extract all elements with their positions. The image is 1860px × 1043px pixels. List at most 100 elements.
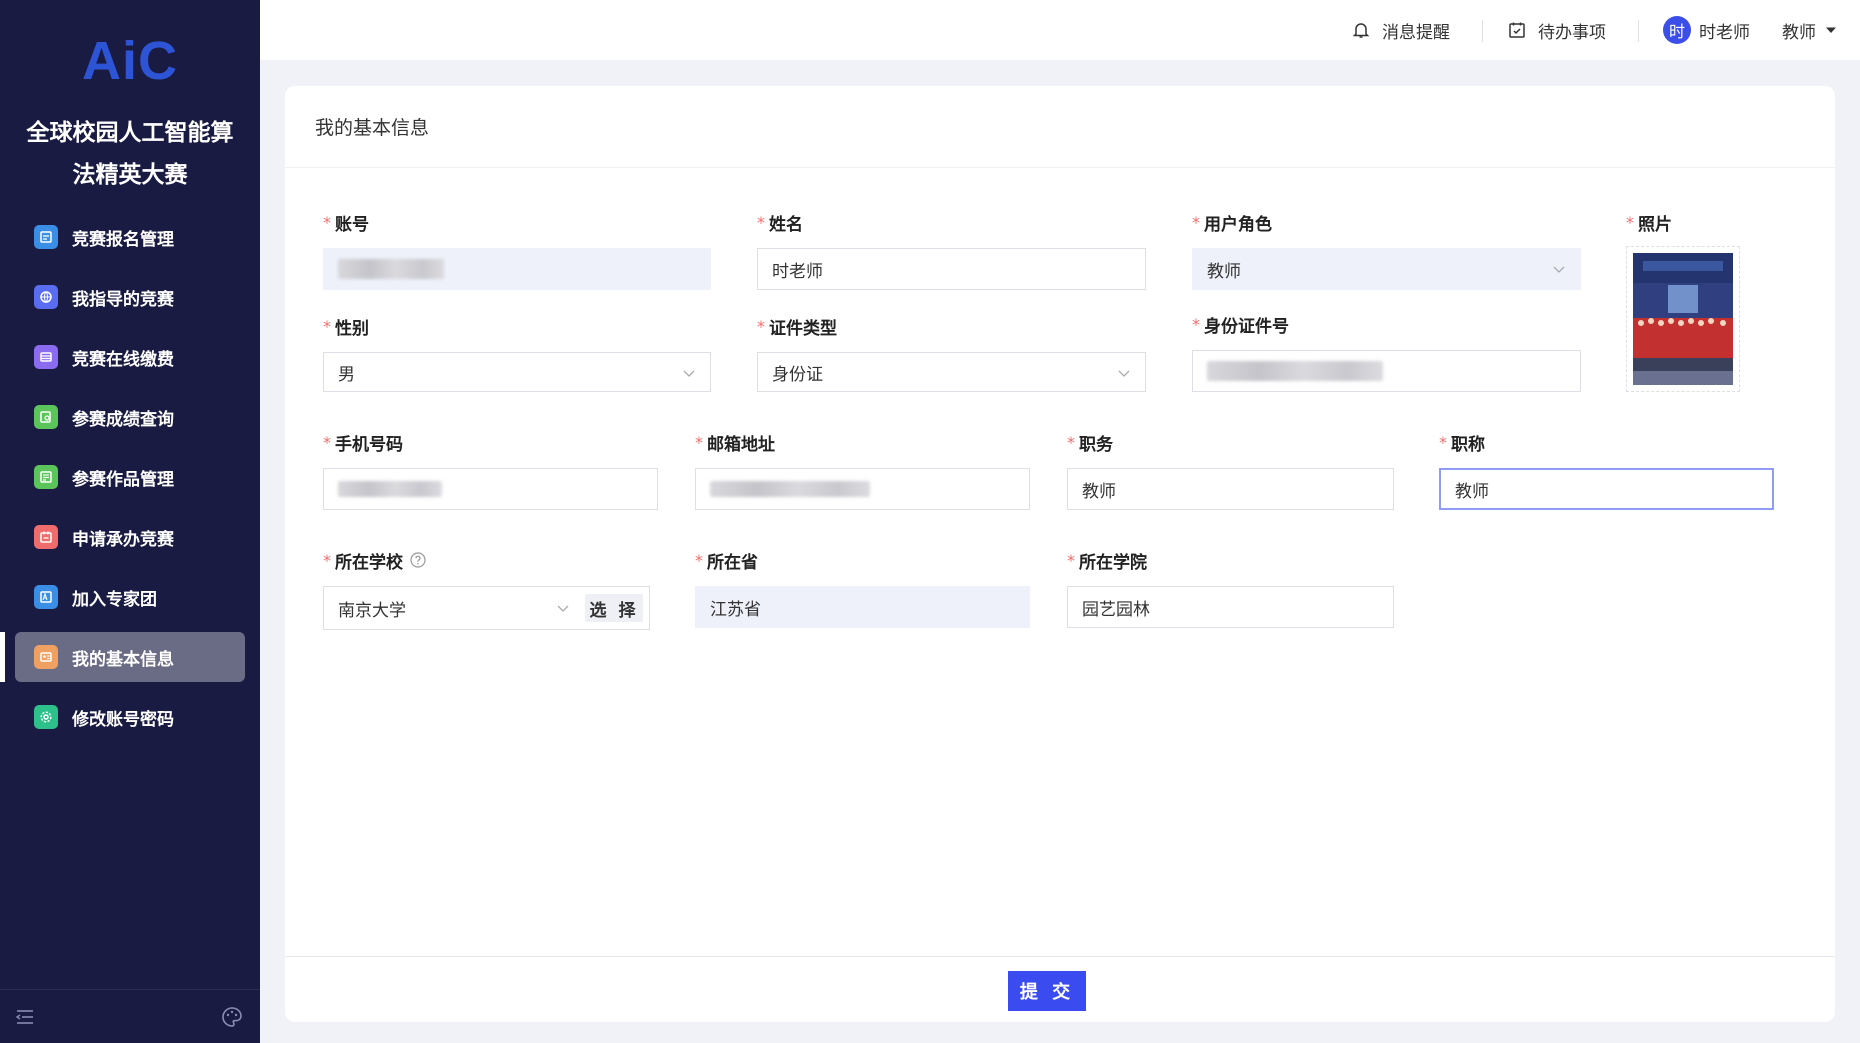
school-select[interactable]: 南京大学 选 择: [323, 586, 650, 630]
sidebar-item-host[interactable]: 申请承办竞赛: [0, 512, 260, 562]
sidebar-item-scores[interactable]: 参赛成绩查询: [0, 392, 260, 442]
submit-button[interactable]: 提 交: [1008, 971, 1086, 1011]
sidebar-item-registration[interactable]: 竞赛报名管理: [0, 212, 260, 262]
required-marker: *: [1067, 432, 1075, 452]
caret-down-icon: [1826, 27, 1836, 33]
menu-collapse-icon[interactable]: [14, 1006, 36, 1028]
name-input[interactable]: 时老师: [757, 248, 1146, 290]
redacted-value: [1207, 361, 1383, 381]
sidebar-item-label: 参赛成绩查询: [72, 409, 174, 430]
form-icon: [34, 225, 58, 249]
topbar-divider: [1638, 20, 1639, 42]
id-number-field: * 身份证件号: [1192, 312, 1581, 396]
province-field: * 所在省 江苏省: [695, 548, 1030, 632]
id-number-input[interactable]: [1192, 350, 1581, 392]
user-menu[interactable]: 时 时老师: [1663, 0, 1750, 60]
topbar-divider: [1482, 20, 1483, 42]
sidebar-item-works[interactable]: 参赛作品管理: [0, 452, 260, 502]
required-marker: *: [1192, 212, 1200, 232]
card-footer: 提 交: [285, 956, 1835, 1022]
gender-field: * 性别 男: [323, 314, 711, 398]
photo-field: * 照片: [1626, 210, 1746, 400]
required-marker: *: [1067, 550, 1075, 570]
apply-icon: [34, 525, 58, 549]
choose-school-button[interactable]: 选 择: [585, 594, 643, 622]
required-marker: *: [757, 212, 765, 232]
sidebar-item-label: 竞赛报名管理: [72, 229, 174, 250]
required-marker: *: [323, 550, 331, 570]
expert-icon: [34, 585, 58, 609]
id-type-field: * 证件类型 身份证: [757, 314, 1146, 398]
sidebar: AiC 全球校园人工智能算 法精英大赛 竞赛报名管理 我指导的竞赛 竞赛在线缴费…: [0, 0, 260, 1043]
site-title: 全球校园人工智能算 法精英大赛: [26, 120, 234, 188]
sidebar-item-label: 加入专家团: [72, 589, 157, 610]
username: 时老师: [1699, 22, 1750, 43]
redacted-value: [338, 259, 444, 279]
todo-button[interactable]: 待办事项: [1508, 0, 1606, 60]
photo-upload[interactable]: [1626, 246, 1740, 392]
title-field: * 职称 教师: [1439, 430, 1774, 514]
profile-card: 我的基本信息 * 账号 * 姓名 时老师 * 用户角色 教师 * 照片 * 性别…: [285, 86, 1835, 1022]
province-input: 江苏省: [695, 586, 1030, 628]
redacted-value: [338, 481, 442, 497]
sidebar-footer: [0, 989, 260, 1043]
sidebar-item-label: 竞赛在线缴费: [72, 349, 174, 370]
id-type-select[interactable]: 身份证: [757, 352, 1146, 392]
phone-input[interactable]: [323, 468, 658, 510]
topbar: 消息提醒 待办事项 时 时老师 教师: [260, 0, 1860, 60]
profile-icon: [34, 645, 58, 669]
calendar-check-icon: [1509, 22, 1525, 38]
aic-logo: AiC: [82, 31, 178, 91]
required-marker: *: [1626, 212, 1634, 232]
chevron-down-icon: [1118, 370, 1130, 377]
required-marker: *: [323, 316, 331, 336]
required-marker: *: [323, 432, 331, 452]
college-field: * 所在学院 园艺园林: [1067, 548, 1394, 632]
sidebar-item-label: 参赛作品管理: [72, 469, 174, 490]
position-field: * 职务 教师: [1067, 430, 1394, 514]
sidebar-item-label: 我的基本信息: [72, 649, 174, 670]
chevron-down-icon: [1553, 266, 1565, 273]
sidebar-menu: 竞赛报名管理 我指导的竞赛 竞赛在线缴费 参赛成绩查询 参赛作品管理 申请承办竞…: [0, 212, 260, 752]
sidebar-item-expert[interactable]: 加入专家团: [0, 572, 260, 622]
user-role-select: 教师: [1192, 248, 1581, 290]
search-doc-icon: [34, 405, 58, 429]
role-label: 教师: [1782, 22, 1816, 43]
gender-select[interactable]: 男: [323, 352, 711, 392]
title-input[interactable]: 教师: [1439, 468, 1774, 510]
required-marker: *: [323, 212, 331, 232]
account-field: * 账号: [323, 210, 711, 294]
globe-icon: [34, 285, 58, 309]
required-marker: *: [1439, 432, 1447, 452]
profile-photo: [1633, 253, 1733, 385]
notification-button[interactable]: 消息提醒: [1352, 0, 1450, 60]
bell-icon: [1352, 23, 1370, 38]
email-field: * 邮箱地址: [695, 430, 1030, 514]
page-title: 我的基本信息: [285, 86, 1835, 168]
phone-field: * 手机号码: [323, 430, 658, 514]
school-field: * 所在学校 南京大学 选 择: [323, 548, 650, 632]
sidebar-item-password[interactable]: 修改账号密码: [0, 692, 260, 742]
college-input[interactable]: 园艺园林: [1067, 586, 1394, 628]
email-input[interactable]: [695, 468, 1030, 510]
notification-label: 消息提醒: [1382, 22, 1450, 43]
required-marker: *: [1192, 314, 1200, 334]
sidebar-item-label: 申请承办竞赛: [72, 529, 174, 550]
sidebar-item-guided[interactable]: 我指导的竞赛: [0, 272, 260, 322]
todo-label: 待办事项: [1538, 22, 1606, 43]
chevron-down-icon: [557, 605, 569, 612]
payment-icon: [34, 345, 58, 369]
name-field: * 姓名 时老师: [757, 210, 1146, 294]
palette-icon[interactable]: [220, 1005, 244, 1029]
redacted-value: [710, 481, 870, 497]
works-icon: [34, 465, 58, 489]
sidebar-item-profile[interactable]: 我的基本信息: [0, 632, 245, 682]
position-input[interactable]: 教师: [1067, 468, 1394, 510]
role-dropdown[interactable]: 教师: [1782, 0, 1838, 60]
account-input: [323, 248, 711, 290]
avatar: 时: [1663, 16, 1691, 44]
settings-icon: [34, 705, 58, 729]
user-role-field: * 用户角色 教师: [1192, 210, 1581, 294]
sidebar-item-payment[interactable]: 竞赛在线缴费: [0, 332, 260, 382]
question-circle-icon[interactable]: [409, 551, 427, 569]
